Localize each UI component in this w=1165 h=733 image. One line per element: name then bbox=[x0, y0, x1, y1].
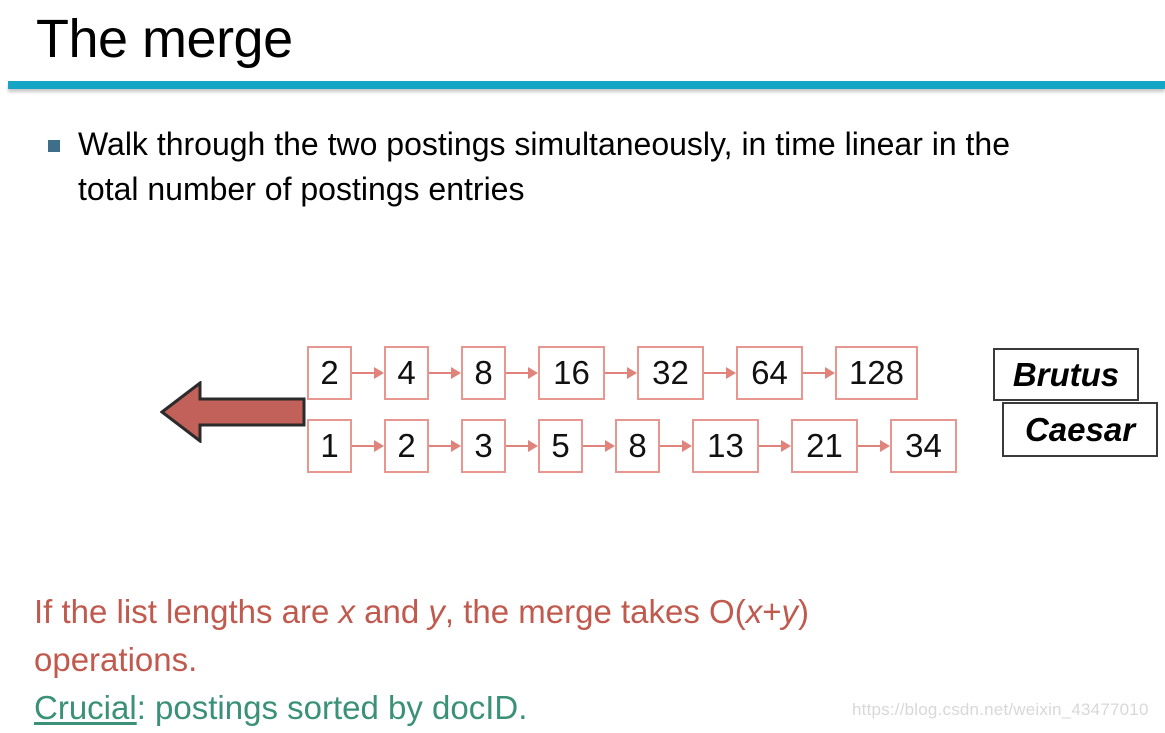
posting-cell[interactable]: 32 bbox=[637, 346, 704, 400]
arrow-connector-icon bbox=[759, 419, 791, 473]
complexity-text-1: If the list lengths are bbox=[34, 593, 339, 630]
posting-cell[interactable]: 34 bbox=[890, 419, 957, 473]
arrow-connector-icon bbox=[704, 346, 736, 400]
arrow-connector-icon bbox=[352, 419, 384, 473]
arrow-connector-icon bbox=[506, 419, 538, 473]
square-bullet-icon bbox=[48, 140, 60, 152]
posting-cell[interactable]: 2 bbox=[307, 346, 352, 400]
big-left-arrow-icon bbox=[159, 379, 306, 445]
variable-x: x bbox=[338, 593, 356, 630]
posting-cell[interactable]: 3 bbox=[461, 419, 506, 473]
complexity-text-2: and bbox=[355, 593, 429, 630]
posting-cell[interactable]: 128 bbox=[835, 346, 918, 400]
arrow-connector-icon bbox=[352, 346, 384, 400]
term-label-brutus: Brutus bbox=[993, 348, 1139, 401]
term-label-caesar: Caesar bbox=[1002, 402, 1158, 457]
arrow-connector-icon bbox=[506, 346, 538, 400]
watermark-url: https://blog.csdn.net/weixin_43477010 bbox=[852, 700, 1149, 719]
operations-line: operations. bbox=[34, 641, 198, 678]
posting-cell[interactable]: 4 bbox=[384, 346, 429, 400]
posting-cell[interactable]: 16 bbox=[538, 346, 605, 400]
title-underline-rule bbox=[8, 81, 1165, 89]
complexity-line: If the list lengths are x and y, the mer… bbox=[34, 588, 1154, 636]
postings-merge-diagram: 2 4 8 16 32 64 128 1 2 3 5 8 13 21 34 Br… bbox=[0, 330, 1165, 495]
postings-row-brutus: 2 4 8 16 32 64 128 bbox=[307, 346, 918, 400]
arrow-connector-icon bbox=[429, 346, 461, 400]
posting-cell[interactable]: 1 bbox=[307, 419, 352, 473]
arrow-connector-icon bbox=[605, 346, 637, 400]
complexity-text-3: , the merge takes O( bbox=[444, 593, 746, 630]
arrow-connector-icon bbox=[429, 419, 461, 473]
posting-cell[interactable]: 5 bbox=[538, 419, 583, 473]
posting-cell[interactable]: 13 bbox=[692, 419, 759, 473]
bullet-item-label: Walk through the two postings simultaneo… bbox=[78, 126, 1011, 207]
slide-canvas: The merge Walk through the two postings … bbox=[0, 0, 1165, 733]
posting-cell[interactable]: 21 bbox=[791, 419, 858, 473]
arrow-connector-icon bbox=[660, 419, 692, 473]
posting-cell[interactable]: 2 bbox=[384, 419, 429, 473]
variable-y-2: y bbox=[781, 593, 798, 630]
postings-row-caesar: 1 2 3 5 8 13 21 34 bbox=[307, 419, 957, 473]
crucial-keyword: Crucial bbox=[34, 689, 137, 726]
crucial-note-text: : postings sorted by docID. bbox=[136, 689, 528, 726]
variable-x-2: x bbox=[745, 593, 763, 630]
arrow-connector-icon bbox=[803, 346, 835, 400]
posting-cell[interactable]: 8 bbox=[615, 419, 660, 473]
posting-cell[interactable]: 64 bbox=[736, 346, 803, 400]
posting-cell[interactable]: 8 bbox=[461, 346, 506, 400]
page-title: The merge bbox=[36, 9, 293, 69]
plus-sign: + bbox=[762, 593, 782, 630]
arrow-connector-icon bbox=[583, 419, 615, 473]
complexity-text-4: ) bbox=[797, 593, 809, 630]
arrow-connector-icon bbox=[858, 419, 890, 473]
variable-y: y bbox=[428, 593, 445, 630]
